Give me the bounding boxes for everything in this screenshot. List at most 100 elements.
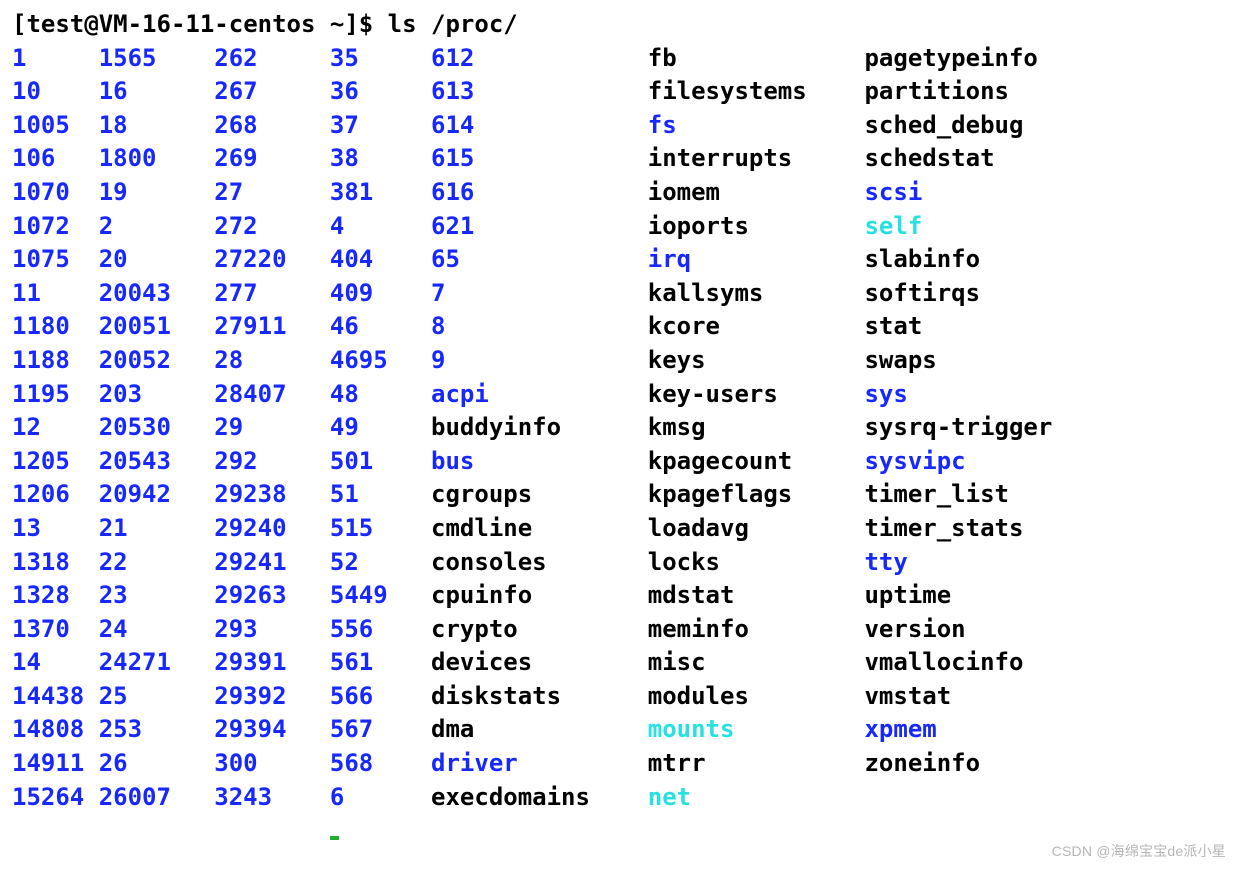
shell-prompt: [test@VM-16-11-centos ~]$ ls /proc/	[12, 8, 1228, 42]
listing-entry: sys	[864, 378, 1066, 412]
listing-entry: 10	[12, 75, 99, 109]
listing-entry: modules	[648, 680, 865, 714]
listing-entry: 1800	[99, 142, 215, 176]
listing-entry: vmstat	[864, 680, 1066, 714]
listing-entry: 1565	[99, 42, 215, 76]
listing-entry: sysrq-trigger	[864, 411, 1066, 445]
listing-entry: 20530	[99, 411, 215, 445]
listing-entry: 1	[12, 42, 99, 76]
listing-entry: 14	[12, 646, 99, 680]
listing-entry: 267	[214, 75, 330, 109]
listing-entry: 38	[330, 142, 431, 176]
listing-entry: consoles	[431, 546, 648, 580]
listing-entry: 566	[330, 680, 431, 714]
listing-entry: sched_debug	[864, 109, 1066, 143]
listing-entry: kallsyms	[648, 277, 865, 311]
listing-entry: 26	[99, 747, 215, 781]
listing-entry: 1328	[12, 579, 99, 613]
listing-entry: 501	[330, 445, 431, 479]
listing-entry: driver	[431, 747, 648, 781]
listing-entry: 11	[12, 277, 99, 311]
listing-entry: 14911	[12, 747, 99, 781]
listing-entry: 29392	[214, 680, 330, 714]
listing-entry: softirqs	[864, 277, 1066, 311]
listing-entry: 1188	[12, 344, 99, 378]
listing-entry: interrupts	[648, 142, 865, 176]
listing-entry: 36	[330, 75, 431, 109]
listing-entry: 106	[12, 142, 99, 176]
listing-entry: 24271	[99, 646, 215, 680]
listing-entry: 49	[330, 411, 431, 445]
listing-entry: 1318	[12, 546, 99, 580]
listing-entry: sysvipc	[864, 445, 1066, 479]
listing-entry: ioports	[648, 210, 865, 244]
listing-entry: 277	[214, 277, 330, 311]
listing-row: 11802005127911468kcorestat	[12, 310, 1228, 344]
listing-entry: devices	[431, 646, 648, 680]
listing-entry: pagetypeinfo	[864, 42, 1066, 76]
listing-entry: buddyinfo	[431, 411, 648, 445]
listing-entry: 612	[431, 42, 648, 76]
listing-entry: 12	[12, 411, 99, 445]
listing-entry: tty	[864, 546, 1066, 580]
listing-entry: net	[648, 781, 865, 815]
listing-entry: 29391	[214, 646, 330, 680]
listing-row: 11952032840748acpikey-userssys	[12, 378, 1228, 412]
listing-entry: 203	[99, 378, 215, 412]
listing-entry: version	[864, 613, 1066, 647]
listing-entry: scsi	[864, 176, 1066, 210]
listing-entry: 1205	[12, 445, 99, 479]
listing-entry: xpmem	[864, 713, 1066, 747]
listing-entry: kpageflags	[648, 478, 865, 512]
listing-entry: mdstat	[648, 579, 865, 613]
listing-row: 12205302949buddyinfokmsgsysrq-trigger	[12, 411, 1228, 445]
listing-entry: vmallocinfo	[864, 646, 1066, 680]
listing-entry: 35	[330, 42, 431, 76]
listing-entry: 613	[431, 75, 648, 109]
listing-entry: stat	[864, 310, 1066, 344]
listing-row: 132823292635449cpuinfomdstatuptime	[12, 579, 1228, 613]
listing-entry: cpuinfo	[431, 579, 648, 613]
listing-entry: 293	[214, 613, 330, 647]
listing-entry: mtrr	[648, 747, 865, 781]
listing-entry: crypto	[431, 613, 648, 647]
listing-row: 144382529392566diskstatsmodulesvmstat	[12, 680, 1228, 714]
listing-entry: 27	[214, 176, 330, 210]
listing-entry: 6	[330, 781, 431, 815]
listing-entry: 2	[99, 210, 215, 244]
listing-entry: locks	[648, 546, 865, 580]
listing-row: 1075202722040465irqslabinfo	[12, 243, 1228, 277]
listing-entry: 300	[214, 747, 330, 781]
listing-row: 132129240515cmdlineloadavgtimer_stats	[12, 512, 1228, 546]
listing-entry: self	[864, 210, 1066, 244]
listing-entry: 568	[330, 747, 431, 781]
listing-entry: 381	[330, 176, 431, 210]
listing-entry: 20	[99, 243, 215, 277]
terminal-output[interactable]: [test@VM-16-11-centos ~]$ ls /proc/ 1156…	[0, 0, 1240, 850]
listing-entry: kpagecount	[648, 445, 865, 479]
listing-entry: kcore	[648, 310, 865, 344]
listing-entry: zoneinfo	[864, 747, 1066, 781]
listing-entry: schedstat	[864, 142, 1066, 176]
listing-entry: 14808	[12, 713, 99, 747]
ls-listing: 1156526235612fbpagetypeinfo101626736613f…	[12, 42, 1228, 815]
listing-entry: 28	[214, 344, 330, 378]
listing-entry: filesystems	[648, 75, 865, 109]
listing-row: 107222724621ioportsself	[12, 210, 1228, 244]
listing-entry: 1195	[12, 378, 99, 412]
listing-entry: 7	[431, 277, 648, 311]
listing-entry: 20942	[99, 478, 215, 512]
listing-entry: 22	[99, 546, 215, 580]
listing-entry: 621	[431, 210, 648, 244]
listing-entry: bus	[431, 445, 648, 479]
listing-entry: 1370	[12, 613, 99, 647]
listing-entry	[864, 781, 1066, 815]
listing-entry: 561	[330, 646, 431, 680]
listing-entry: 37	[330, 109, 431, 143]
listing-entry: 4	[330, 210, 431, 244]
listing-entry: 262	[214, 42, 330, 76]
listing-row: 1156526235612fbpagetypeinfo	[12, 42, 1228, 76]
listing-entry: 29240	[214, 512, 330, 546]
listing-entry: 1180	[12, 310, 99, 344]
listing-row: 1206209422923851cgroupskpageflagstimer_l…	[12, 478, 1228, 512]
